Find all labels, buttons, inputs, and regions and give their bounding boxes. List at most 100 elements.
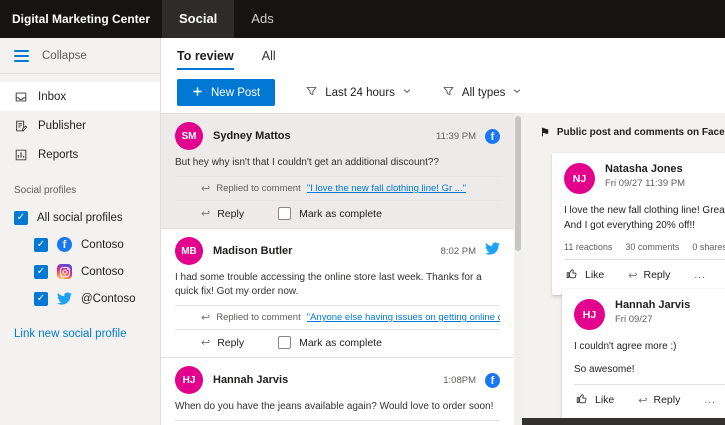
reactions-count: 11 reactions — [564, 242, 612, 252]
collapse-nav-button[interactable]: Collapse — [0, 38, 160, 74]
thumbs-up-icon — [576, 392, 589, 408]
comment-date: Fri 09/27 — [615, 314, 690, 325]
filter-type[interactable]: All types — [442, 85, 522, 101]
conversation-header: Public post and comments on Facebook — [522, 113, 725, 139]
replied-comment-link[interactable]: "I love the new fall clothing line! Gr .… — [307, 183, 466, 194]
facebook-icon — [485, 373, 500, 388]
checkbox-unchecked-icon[interactable] — [278, 336, 291, 349]
profile-label: Contoso — [81, 266, 124, 278]
post-text: I love the new fall clothing line! Great… — [564, 203, 725, 233]
feed-item-header: SM Sydney Mattos 11:39 PM — [175, 122, 500, 150]
checkbox-checked-icon[interactable] — [34, 292, 48, 306]
sidebar-item-label: Publisher — [38, 120, 86, 132]
profile-row-twitter[interactable]: @Contoso — [0, 285, 160, 312]
comment-header: HJ Hannah Jarvis Fri 09/27 — [574, 299, 725, 330]
feed-item-sydney-mattos[interactable]: SM Sydney Mattos 11:39 PM But hey why is… — [161, 114, 514, 229]
like-label: Like — [585, 269, 604, 281]
reports-icon — [14, 148, 28, 162]
timestamp: 8:02 PM — [441, 246, 476, 257]
author-name: Natasha Jones — [605, 163, 685, 175]
author-name: Sydney Mattos — [213, 130, 436, 142]
filter-icon — [305, 85, 318, 101]
inbox-toolbar: New Post Last 24 hours All types — [161, 70, 725, 106]
sidebar-item-label: Reports — [38, 149, 78, 161]
new-post-label: New Post — [211, 87, 260, 99]
mark-complete-toggle[interactable]: Mark as complete — [278, 336, 382, 349]
scrollbar-thumb[interactable] — [515, 116, 521, 251]
filter-label: Last 24 hours — [325, 87, 395, 99]
reply-label: Reply — [217, 337, 244, 349]
sidebar-item-inbox[interactable]: Inbox — [0, 82, 160, 111]
replied-prefix: Replied to comment — [216, 312, 300, 323]
topnav-tab-ads[interactable]: Ads — [234, 0, 290, 38]
link-new-social-profile[interactable]: Link new social profile — [0, 328, 160, 340]
publisher-icon — [14, 119, 28, 133]
reply-arrow-icon — [201, 182, 210, 195]
sidebar-item-label: Inbox — [38, 91, 66, 103]
checkbox-unchecked-icon[interactable] — [278, 207, 291, 220]
topnav-tab-social[interactable]: Social — [162, 0, 234, 38]
plus-icon — [192, 86, 203, 100]
instagram-icon — [57, 264, 72, 279]
reply-button[interactable]: Reply — [201, 207, 244, 220]
conversation-title: Public post and comments on Facebook — [557, 127, 725, 138]
post-card-natasha-jones[interactable]: NJ Natasha Jones Fri 09/27 11:39 PM I lo… — [552, 153, 725, 295]
profile-label: @Contoso — [81, 293, 136, 305]
reply-arrow-icon — [201, 311, 210, 324]
replied-context: Replied to comment "Anyone else having i… — [175, 305, 500, 329]
tab-to-review[interactable]: To review — [177, 49, 234, 70]
comment-actions: Like Reply ... — [574, 385, 725, 410]
inbox-feed: SM Sydney Mattos 11:39 PM But hey why is… — [161, 113, 514, 425]
filter-time-range[interactable]: Last 24 hours — [305, 85, 412, 101]
checkbox-checked-icon[interactable] — [34, 238, 48, 252]
reply-arrow-icon — [201, 207, 210, 220]
filter-icon — [442, 85, 455, 101]
more-options-button[interactable]: ... — [704, 394, 716, 406]
comment-card-hannah-jarvis[interactable]: HJ Hannah Jarvis Fri 09/27 I couldn't ag… — [562, 289, 725, 420]
post-date: Fri 09/27 11:39 PM — [605, 178, 685, 189]
feed-item-actions: Reply Mark as complete — [175, 329, 500, 357]
profile-row-facebook[interactable]: Contoso — [0, 231, 160, 258]
hamburger-icon — [14, 50, 29, 62]
feed-item-header: MB Madison Butler 8:02 PM — [175, 237, 500, 265]
sidebar-item-reports[interactable]: Reports — [0, 140, 160, 169]
app-header: Digital Marketing Center Social Ads — [0, 0, 725, 38]
window-edge — [522, 418, 725, 425]
shares-count: 0 shares — [692, 242, 725, 252]
post-actions: Like Reply ... — [564, 260, 725, 285]
post-header: NJ Natasha Jones Fri 09/27 11:39 PM — [564, 163, 725, 194]
avatar: NJ — [564, 163, 595, 194]
sidebar-item-publisher[interactable]: Publisher — [0, 111, 160, 140]
chevron-down-icon — [512, 86, 522, 99]
checkbox-checked-icon[interactable] — [34, 265, 48, 279]
reply-label: Reply — [643, 269, 670, 281]
collapse-label: Collapse — [42, 50, 87, 62]
tab-all[interactable]: All — [262, 49, 276, 70]
reply-button[interactable]: Reply — [638, 394, 680, 407]
profile-label: Contoso — [81, 239, 124, 251]
feed-scrollbar[interactable] — [514, 113, 522, 425]
comments-count: 30 comments — [625, 242, 679, 252]
like-button[interactable]: Like — [566, 267, 604, 283]
reply-arrow-icon — [638, 394, 647, 407]
reply-button[interactable]: Reply — [628, 269, 670, 282]
profile-row-instagram[interactable]: Contoso — [0, 258, 160, 285]
feed-item-hannah-jarvis[interactable]: HJ Hannah Jarvis 1:08PM When do you have… — [161, 358, 514, 425]
avatar: HJ — [574, 299, 605, 330]
checkbox-checked-icon[interactable] — [14, 211, 28, 225]
avatar: HJ — [175, 366, 203, 394]
app-title: Digital Marketing Center — [0, 12, 162, 26]
all-social-profiles-toggle[interactable]: All social profiles — [0, 204, 160, 231]
mark-complete-toggle[interactable]: Mark as complete — [278, 207, 382, 220]
like-button[interactable]: Like — [576, 392, 614, 408]
feed-item-madison-butler[interactable]: MB Madison Butler 8:02 PM I had some tro… — [161, 229, 514, 358]
feed-item-actions: Reply Mark as complete — [175, 200, 500, 228]
reply-label: Reply — [653, 394, 680, 406]
replied-context: Replied to comment "I love the new fall … — [175, 176, 500, 200]
replied-comment-link[interactable]: "Anyone else having issues on getting on… — [307, 312, 500, 323]
more-options-button[interactable]: ... — [694, 269, 706, 281]
new-post-button[interactable]: New Post — [177, 79, 275, 106]
thumbs-up-icon — [566, 267, 579, 283]
reply-button[interactable]: Reply — [201, 336, 244, 349]
message-text: When do you have the jeans available aga… — [175, 400, 500, 414]
